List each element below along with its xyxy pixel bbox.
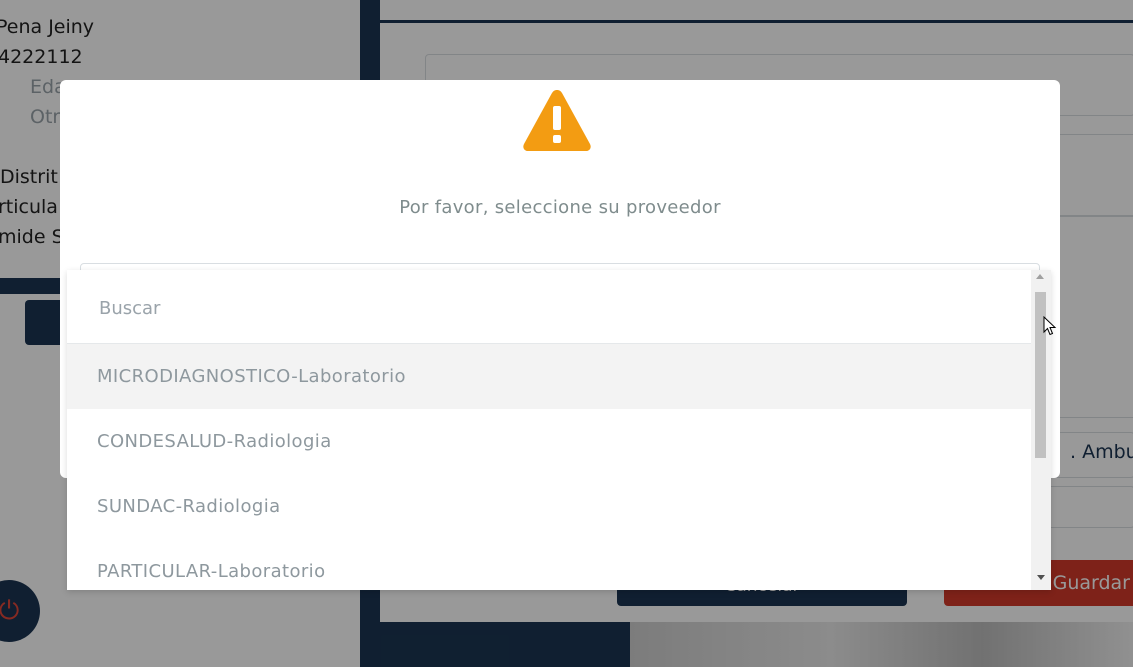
option-microdiagnostico[interactable]: MICRODIAGNOSTICO-Laboratorio — [67, 344, 1031, 409]
option-list: MICRODIAGNOSTICO-Laboratorio CONDESALUD-… — [67, 344, 1031, 590]
option-particular[interactable]: PARTICULAR-Laboratorio — [67, 539, 1031, 590]
option-condesalud[interactable]: CONDESALUD-Radiologia — [67, 409, 1031, 474]
provider-dropdown: MICRODIAGNOSTICO-Laboratorio CONDESALUD-… — [67, 270, 1051, 590]
scroll-up-arrow-icon[interactable] — [1036, 274, 1044, 279]
scroll-down-arrow-icon[interactable] — [1037, 575, 1045, 580]
dropdown-search — [67, 270, 1038, 344]
mouse-cursor-icon — [1043, 316, 1057, 336]
search-input[interactable] — [97, 292, 1001, 324]
option-sundac[interactable]: SUNDAC-Radiologia — [67, 474, 1031, 539]
warning-triangle-icon — [523, 90, 591, 151]
modal-message: Por favor, seleccione su proveedor — [399, 197, 721, 218]
